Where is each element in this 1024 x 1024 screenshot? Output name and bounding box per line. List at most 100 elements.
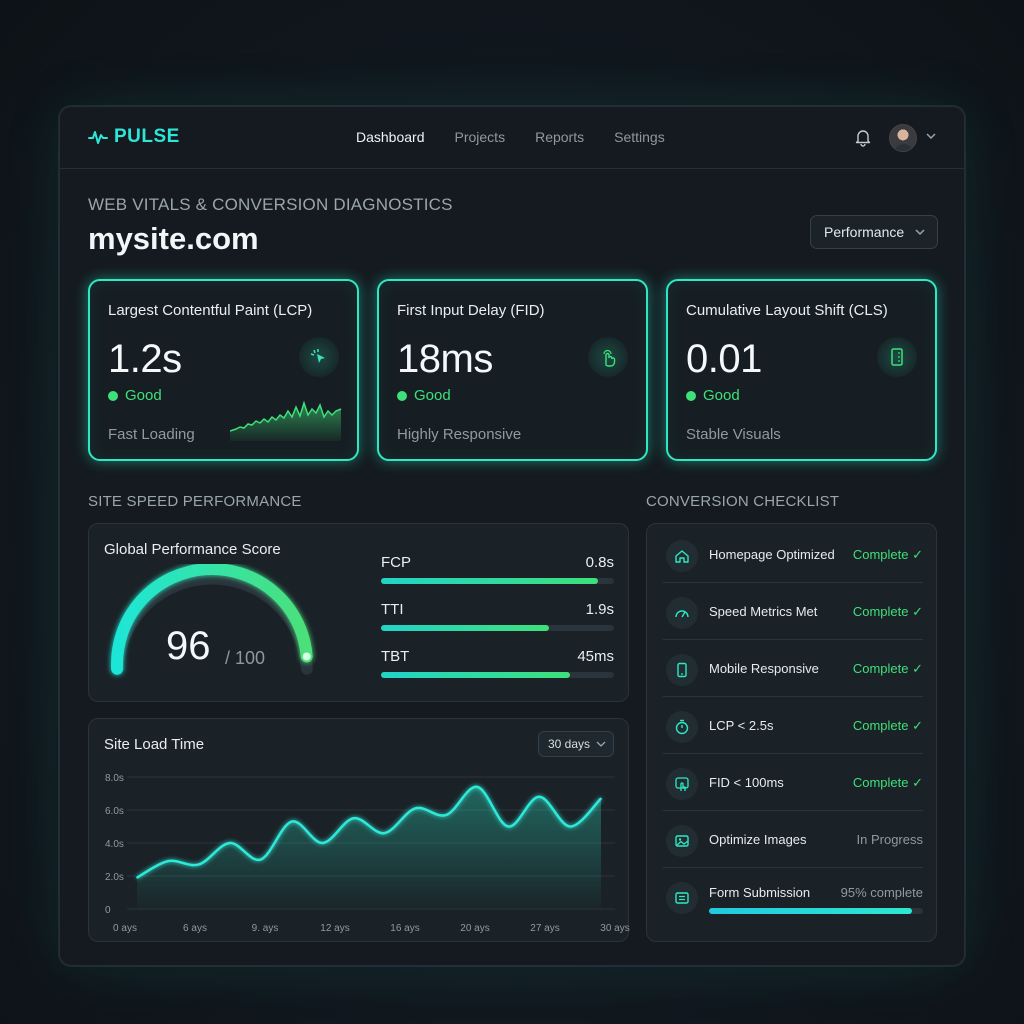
x-tick-label: 30 ays	[600, 923, 629, 934]
performance-dropdown[interactable]: Performance	[810, 215, 938, 249]
image-icon	[675, 835, 689, 847]
checklist-status: 95% complete	[840, 885, 923, 900]
vital-status: Good	[108, 387, 162, 404]
x-tick-label: 12 ays	[320, 923, 349, 934]
vital-card-lcp[interactable]: Largest Contentful Paint (LCP) 1.2s Good…	[88, 279, 359, 461]
top-bar: PULSE Dashboard Projects Reports Setting…	[60, 107, 964, 169]
load-time-panel: Site Load Time 30 days 8.0s 6.0s 4.0s 2.0s 0…	[88, 718, 630, 942]
chevron-down-icon	[596, 741, 606, 747]
metric-value: 0.8s	[585, 554, 614, 571]
metric-fill	[381, 578, 598, 584]
checklist-icon-wrap	[666, 882, 698, 914]
range-dropdown-label: 30 days	[548, 737, 591, 751]
bell-icon[interactable]	[854, 127, 872, 147]
checklist-item[interactable]: Mobile Responsive Complete ✓	[663, 640, 923, 697]
checklist-label: Mobile Responsive	[709, 661, 819, 676]
speedometer-icon	[675, 610, 689, 618]
x-tick-label: 27 ays	[530, 923, 559, 934]
y-tick-label: 2.0s	[105, 872, 124, 883]
form-progress-fill	[709, 908, 913, 914]
x-tick-label: 9. ays	[252, 923, 279, 934]
mobile-phone-icon	[677, 662, 687, 678]
metric-track	[381, 578, 614, 584]
x-tick-label: 20 ays	[460, 923, 489, 934]
vital-status-text: Good	[125, 387, 162, 404]
vital-icon-wrap	[299, 337, 339, 377]
nav-dashboard[interactable]: Dashboard	[356, 129, 425, 145]
y-tick-label: 0	[105, 905, 111, 916]
checklist-item[interactable]: Form Submission 95% complete	[663, 868, 923, 934]
vital-status: Good	[397, 387, 451, 404]
pulse-icon	[88, 131, 108, 144]
checklist-label: Form Submission	[709, 885, 811, 900]
metric-track	[381, 625, 614, 631]
user-avatar[interactable]	[889, 124, 917, 152]
chevron-down-icon	[915, 229, 925, 236]
checklist-label: FID < 100ms	[709, 775, 784, 790]
data-point	[136, 876, 138, 879]
data-point	[352, 817, 355, 820]
checklist-status: Complete ✓	[852, 604, 923, 619]
metric-name: TBT	[381, 648, 410, 665]
vital-card-cls[interactable]: Cumulative Layout Shift (CLS) 0.01 Good …	[666, 279, 937, 461]
vital-card-fid[interactable]: First Input Delay (FID) 18ms Good Highly…	[377, 279, 648, 461]
vital-label: Cumulative Layout Shift (CLS)	[686, 302, 888, 319]
data-point	[414, 807, 417, 810]
vital-value: 18ms	[397, 337, 493, 381]
logo[interactable]: PULSE	[88, 126, 180, 148]
y-tick-label: 6.0s	[105, 806, 124, 817]
form-progress-track	[709, 908, 923, 914]
nav-settings[interactable]: Settings	[614, 129, 665, 145]
checklist-item[interactable]: Optimize Images In Progress	[663, 811, 923, 868]
data-point	[383, 832, 386, 834]
checklist-icon-wrap	[666, 825, 698, 857]
nav-projects[interactable]: Projects	[455, 129, 506, 145]
checklist-label: LCP < 2.5s	[709, 718, 774, 733]
checklist-icon-wrap	[666, 654, 698, 686]
vital-description: Highly Responsive	[397, 426, 522, 443]
x-tick-label: 16 ays	[390, 923, 419, 934]
chevron-down-icon[interactable]	[925, 131, 937, 141]
dashboard-window: PULSE Dashboard Projects Reports Setting…	[59, 106, 965, 966]
data-point	[198, 863, 200, 866]
vital-status-text: Good	[703, 387, 740, 404]
performance-score-panel: Global Performance Score 96 / 100 FCP 0.…	[88, 523, 629, 702]
checklist-status: In Progress	[856, 832, 923, 847]
nav-reports[interactable]: Reports	[535, 129, 584, 145]
vital-label: Largest Contentful Paint (LCP)	[108, 302, 313, 319]
checklist-icon-wrap	[666, 597, 698, 629]
checklist-label: Homepage Optimized	[709, 547, 835, 562]
vital-description: Fast Loading	[108, 426, 195, 443]
lcp-sparkline	[230, 400, 342, 441]
performance-gauge	[111, 564, 313, 675]
checklist-icon-wrap	[666, 711, 698, 743]
data-point	[167, 860, 169, 862]
data-point	[290, 820, 293, 823]
metric-value: 1.9s	[585, 601, 614, 618]
vital-label: First Input Delay (FID)	[397, 302, 545, 319]
load-time-chart: 8.0s 6.0s 4.0s 2.0s 0 0 ays 6 ays 9. ays 12 ays…	[105, 773, 630, 934]
checklist-item[interactable]: Speed Metrics Met Complete ✓	[663, 583, 923, 640]
vital-status: Good	[686, 387, 740, 404]
metric-fill	[381, 672, 570, 678]
performance-dropdown-label: Performance	[824, 224, 905, 240]
checklist-panel: Homepage Optimized Complete ✓ Speed Metr…	[646, 523, 937, 942]
metric-track	[381, 672, 614, 678]
checklist-status: Complete ✓	[852, 661, 923, 676]
checklist-item[interactable]: Homepage Optimized Complete ✓	[663, 526, 923, 583]
status-dot	[397, 390, 407, 401]
vital-icon-wrap	[877, 337, 917, 377]
load-time-area	[137, 786, 601, 909]
range-dropdown[interactable]: 30 days	[538, 731, 614, 757]
checklist-item[interactable]: FID < 100ms Complete ✓	[663, 754, 923, 811]
metric-value: 45ms	[577, 648, 614, 665]
checklist-item[interactable]: LCP < 2.5s Complete ✓	[663, 697, 923, 754]
metric-name: TTI	[381, 601, 404, 618]
home-icon	[675, 550, 689, 563]
page-eyebrow: WEB VITALS & CONVERSION DIAGNOSTICS	[88, 195, 453, 214]
load-time-title: Site Load Time	[104, 736, 205, 753]
data-point	[538, 796, 540, 798]
checklist-status: Complete ✓	[852, 718, 923, 733]
site-title: mysite.com	[88, 221, 259, 256]
speed-section-title: SITE SPEED PERFORMANCE	[88, 493, 302, 510]
